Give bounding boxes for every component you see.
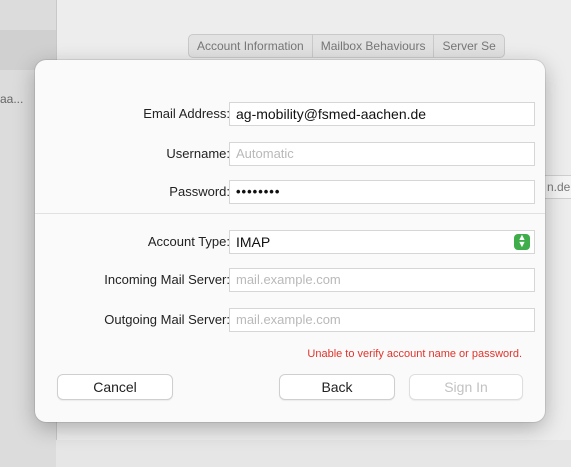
sign-in-button[interactable]: Sign In: [409, 374, 523, 400]
username-field[interactable]: Automatic: [229, 142, 535, 166]
back-button[interactable]: Back: [279, 374, 395, 400]
username-label: Username:: [166, 146, 230, 161]
incoming-server-field[interactable]: mail.example.com: [229, 268, 535, 292]
background-bottom-area: [56, 440, 571, 467]
outgoing-server-label: Outgoing Mail Server:: [104, 312, 230, 327]
outgoing-server-field[interactable]: mail.example.com: [229, 308, 535, 332]
tab-mailbox-behaviours: Mailbox Behaviours: [313, 35, 435, 57]
background-account-label: aa...: [0, 92, 24, 106]
password-label: Password:: [169, 184, 230, 199]
add-account-sheet: Email Address: ag-mobility@fsmed-aachen.…: [35, 60, 545, 422]
account-type-label: Account Type:: [147, 234, 230, 249]
email-label: Email Address:: [143, 106, 230, 121]
email-field[interactable]: ag-mobility@fsmed-aachen.de: [229, 102, 535, 126]
username-row: Username: Automatic: [35, 142, 545, 166]
password-field[interactable]: ••••••••: [229, 180, 535, 204]
background-tab-bar: Account Information Mailbox Behaviours S…: [188, 34, 505, 58]
error-message: Unable to verify account name or passwor…: [307, 348, 522, 360]
cancel-button[interactable]: Cancel: [57, 374, 173, 400]
email-row: Email Address: ag-mobility@fsmed-aachen.…: [35, 102, 545, 126]
account-type-select[interactable]: IMAP ▲ ▼: [229, 230, 535, 254]
incoming-server-label: Incoming Mail Server:: [104, 272, 230, 287]
account-type-row: Account Type: IMAP ▲ ▼: [35, 230, 545, 254]
incoming-server-row: Incoming Mail Server: mail.example.com: [35, 268, 545, 292]
tab-server-settings: Server Se: [442, 39, 496, 53]
password-row: Password: ••••••••: [35, 180, 545, 204]
chevron-up-down-icon: ▲ ▼: [514, 233, 530, 250]
tab-account-information: Account Information: [189, 35, 313, 57]
section-divider: [35, 213, 545, 214]
account-type-value: IMAP: [236, 234, 271, 250]
outgoing-server-row: Outgoing Mail Server: mail.example.com: [35, 308, 545, 332]
